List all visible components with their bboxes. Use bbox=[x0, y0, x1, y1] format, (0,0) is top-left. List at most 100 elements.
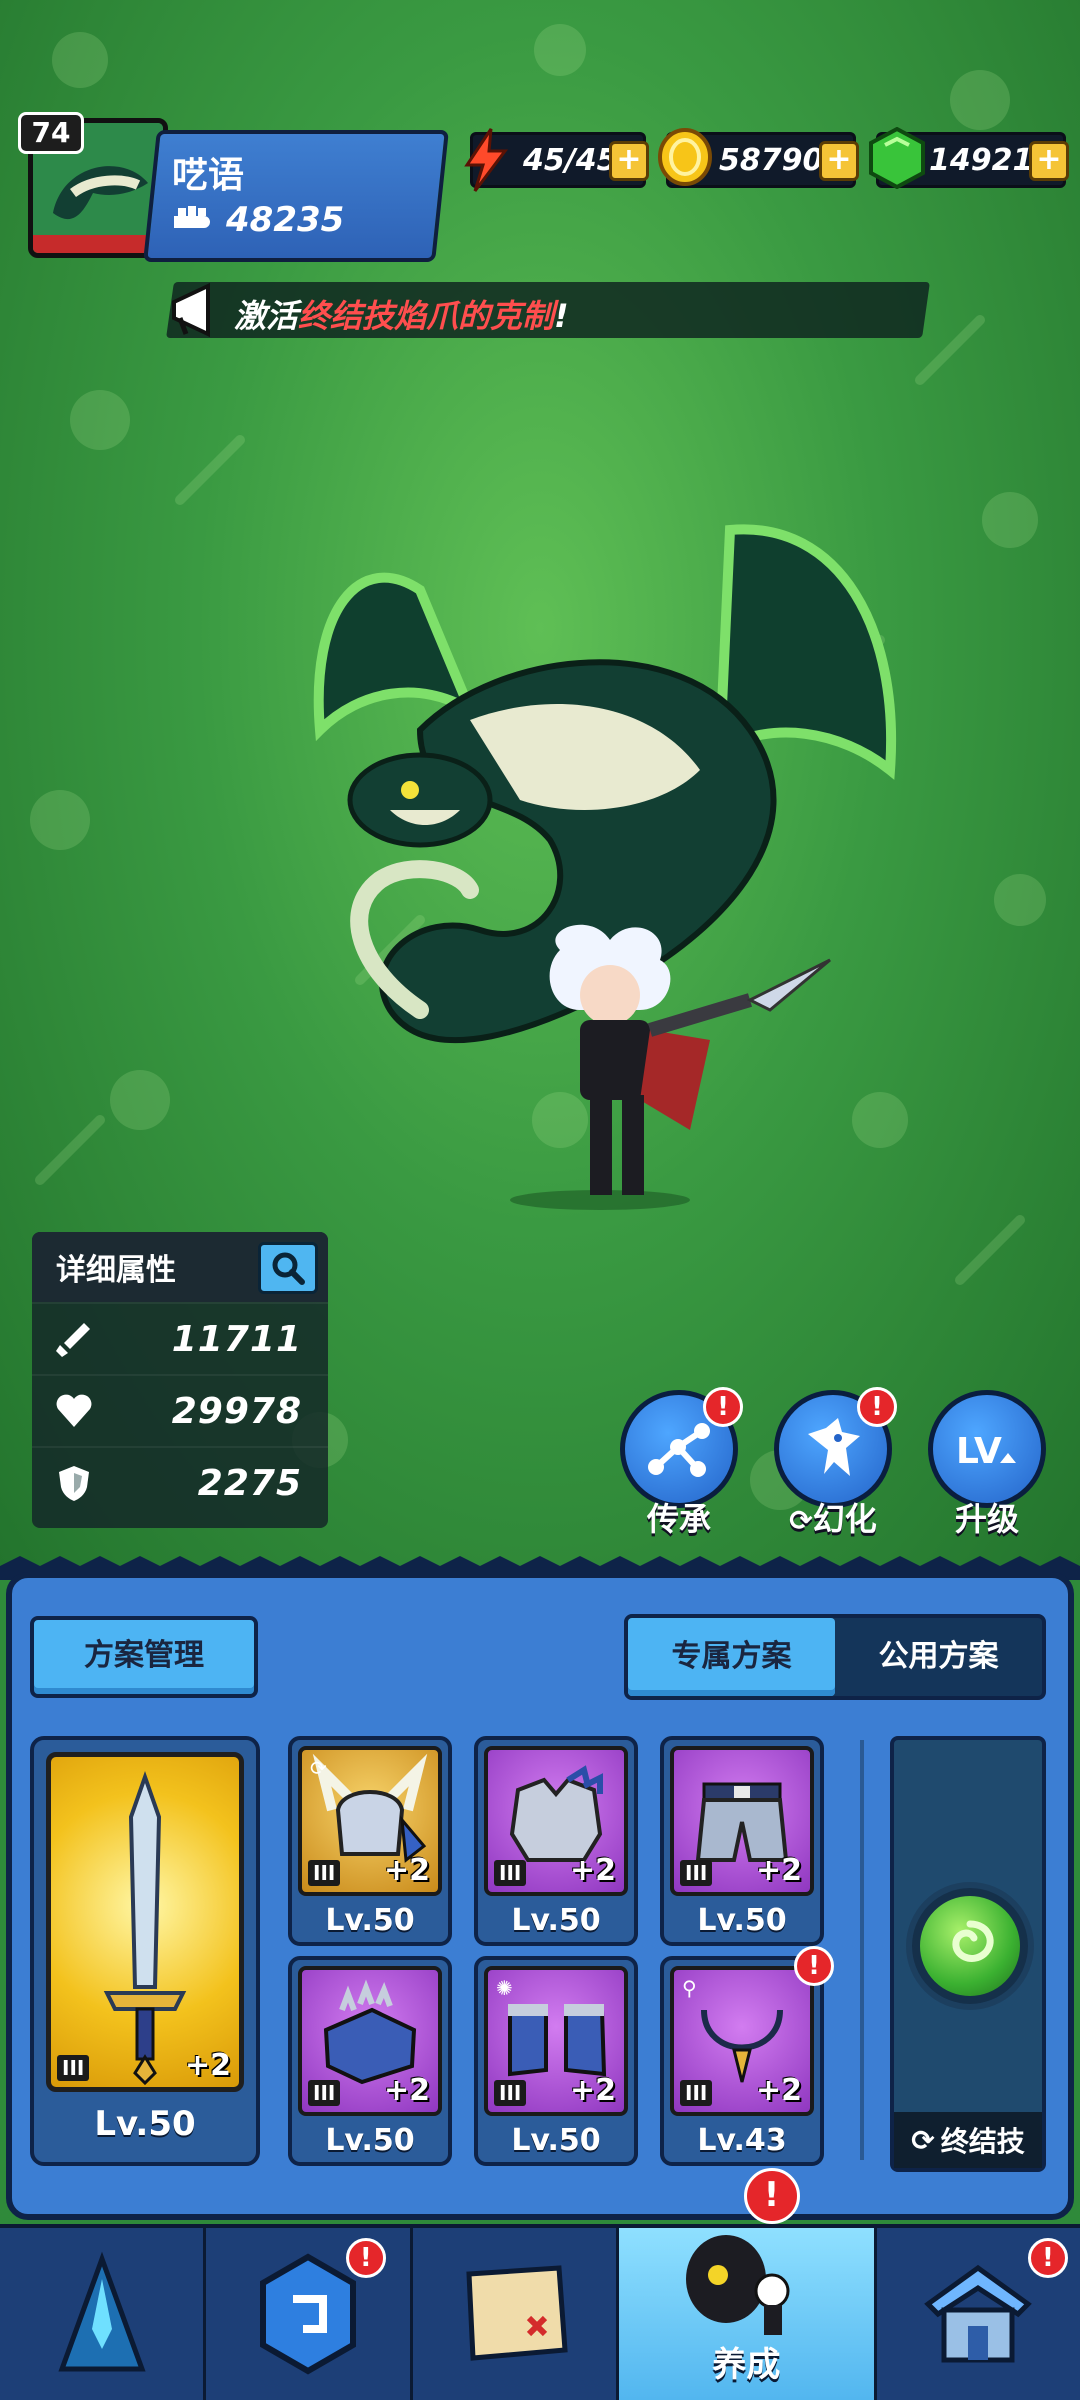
nav-item-dungeon[interactable]: ! bbox=[206, 2228, 413, 2400]
upgrade-button[interactable]: LV 升级 bbox=[922, 1390, 1052, 1540]
pants-tier: III bbox=[680, 1860, 713, 1886]
transform-circle: ! bbox=[774, 1387, 897, 1508]
transform-alert-badge: ! bbox=[857, 1387, 897, 1427]
weapon-plus-level: +2 bbox=[184, 2048, 231, 2083]
helmet-plus: +2 bbox=[383, 1853, 430, 1888]
nav-item-summon[interactable] bbox=[0, 2228, 207, 2400]
weapon-slot[interactable]: III +2 Lv.50 bbox=[30, 1736, 260, 2166]
boots-level: Lv.50 bbox=[511, 2123, 601, 2158]
plan-tabs: 专属方案 公用方案 bbox=[624, 1614, 1046, 1700]
gauntlet-tier: III bbox=[308, 2080, 341, 2106]
stat-row-defense: 2275 bbox=[32, 1446, 328, 1518]
weapon-tier-badge: III bbox=[57, 2055, 90, 2081]
inherit-button[interactable]: ! 传承 bbox=[614, 1387, 744, 1540]
stamina-counter: 45/45 + bbox=[464, 128, 649, 192]
notice-highlight: 终结技焰爪的克制 bbox=[298, 297, 555, 335]
gear-slot-boots[interactable]: ✺ III +2 Lv.50 bbox=[474, 1956, 638, 2166]
swirl-skill-icon bbox=[952, 1920, 994, 1962]
add-gold-button[interactable]: + bbox=[819, 141, 859, 181]
pants-level: Lv.50 bbox=[697, 1903, 787, 1938]
necklace-level: Lv.43 bbox=[697, 2123, 787, 2158]
inherit-circle: ! bbox=[620, 1387, 743, 1508]
finisher-skill-slot[interactable]: ⟳ 终结技 bbox=[890, 1736, 1046, 2172]
necklace-tier: III bbox=[680, 2080, 713, 2106]
nav-item-develop[interactable]: ! 养成 bbox=[619, 2168, 877, 2400]
armor-tier: III bbox=[494, 1860, 527, 1886]
notice-suffix: ! bbox=[554, 297, 569, 335]
house-shop-icon bbox=[924, 2264, 1033, 2363]
transmog-mark-icon: ⟳ bbox=[310, 1756, 327, 1780]
boots-plus: +2 bbox=[569, 2073, 616, 2108]
stats-panel: 详细属性 11711 29978 2275 bbox=[32, 1232, 328, 1528]
nav-item-shop[interactable]: ! bbox=[877, 2228, 1080, 2400]
armor-plus: +2 bbox=[569, 1853, 616, 1888]
weapon-level: Lv.50 bbox=[94, 2104, 196, 2144]
swap-icon: ⟳ bbox=[911, 2123, 935, 2157]
gauntlet-level: Lv.50 bbox=[325, 2123, 415, 2158]
finisher-orb bbox=[912, 1888, 1028, 2004]
stamina-value: 45/45 bbox=[523, 142, 618, 178]
develop-alert-badge: ! bbox=[743, 2168, 800, 2224]
sword-icon bbox=[56, 1323, 90, 1357]
transform-button[interactable]: ! ⟳幻化 bbox=[768, 1387, 898, 1540]
helmet-level: Lv.50 bbox=[325, 1903, 415, 1938]
tab-shared-plan[interactable]: 公用方案 bbox=[835, 1618, 1042, 1696]
gem-counter: 14921 + bbox=[869, 127, 1069, 189]
refresh-icon: ⟳ bbox=[789, 1504, 813, 1537]
treasure-map-icon bbox=[465, 2265, 568, 2361]
dungeon-alert-badge: ! bbox=[345, 2238, 386, 2278]
weapon-card: III +2 bbox=[46, 1752, 244, 2092]
inherit-nodes-icon bbox=[648, 1423, 710, 1477]
notice-text: 激活终结技焰爪的克制! bbox=[234, 291, 569, 337]
necklace-alert-badge: ! bbox=[794, 1946, 834, 1986]
defense-value: 2275 bbox=[197, 1462, 302, 1504]
shield-icon bbox=[59, 1466, 89, 1501]
helmet-card: ⟳ III +2 bbox=[298, 1746, 442, 1896]
gold-coin-icon bbox=[658, 128, 712, 186]
gold-value: 58790 bbox=[719, 142, 824, 178]
dark-creature-icon bbox=[686, 2235, 790, 2335]
add-gem-button[interactable]: + bbox=[1029, 141, 1069, 181]
gauntlet-card: III +2 bbox=[298, 1966, 442, 2116]
fist-power-icon bbox=[174, 206, 210, 228]
stats-header: 详细属性 bbox=[32, 1232, 328, 1302]
upgrade-label: 升级 bbox=[954, 1500, 1019, 1538]
stats-title: 详细属性 bbox=[56, 1253, 176, 1288]
boots-tier: III bbox=[494, 2080, 527, 2106]
gear-slot-armor[interactable]: III +2 Lv.50 bbox=[474, 1736, 638, 1946]
transform-label-text: 幻化 bbox=[812, 1500, 877, 1538]
level-up-icon: LV bbox=[956, 1431, 1016, 1472]
stats-detail-button[interactable] bbox=[258, 1242, 318, 1294]
finisher-label-text: 终结技 bbox=[940, 2125, 1025, 2158]
heart-icon bbox=[56, 1394, 92, 1427]
gear-slot-necklace[interactable]: ⚲ III +2 Lv.43 ! bbox=[660, 1946, 834, 2166]
gem-value: 14921 bbox=[929, 142, 1034, 178]
gear-slot-gauntlet[interactable]: III +2 Lv.50 bbox=[288, 1956, 452, 2166]
notice-prefix: 激活 bbox=[234, 297, 299, 335]
nav-develop-label: 养成 bbox=[712, 2345, 781, 2385]
bottom-nav: ! ! 养成 ! bbox=[0, 2168, 1080, 2400]
nav-item-map[interactable] bbox=[413, 2228, 620, 2400]
equipment-divider bbox=[860, 1740, 864, 2160]
player-name: 呓语 bbox=[172, 155, 245, 196]
necklace-card: ⚲ III +2 bbox=[670, 1966, 814, 2116]
player-level-badge: 74 bbox=[18, 112, 84, 154]
gold-counter: 58790 + bbox=[658, 128, 859, 188]
add-stamina-button[interactable]: + bbox=[609, 141, 649, 181]
upgrade-circle: LV bbox=[928, 1390, 1046, 1508]
gear-slot-pants[interactable]: III +2 Lv.50 bbox=[660, 1736, 824, 1946]
plan-manage-button[interactable]: 方案管理 bbox=[30, 1616, 258, 1698]
gauntlet-plus: +2 bbox=[383, 2073, 430, 2108]
helmet-tier: III bbox=[308, 1860, 341, 1886]
gear-slot-helmet[interactable]: ⟳ III +2 Lv.50 bbox=[288, 1736, 452, 1946]
hexagon-rune-icon bbox=[260, 2253, 357, 2375]
pants-plus: +2 bbox=[755, 1853, 802, 1888]
search-icon bbox=[272, 1252, 305, 1285]
hp-value: 29978 bbox=[171, 1390, 302, 1432]
crystal-altar-icon bbox=[58, 2251, 146, 2372]
green-gem-icon bbox=[869, 127, 925, 189]
hero-character-illustration bbox=[549, 924, 831, 1195]
tab-exclusive-plan[interactable]: 专属方案 bbox=[628, 1618, 835, 1696]
pants-card: III +2 bbox=[670, 1746, 814, 1896]
armor-level: Lv.50 bbox=[511, 1903, 601, 1938]
